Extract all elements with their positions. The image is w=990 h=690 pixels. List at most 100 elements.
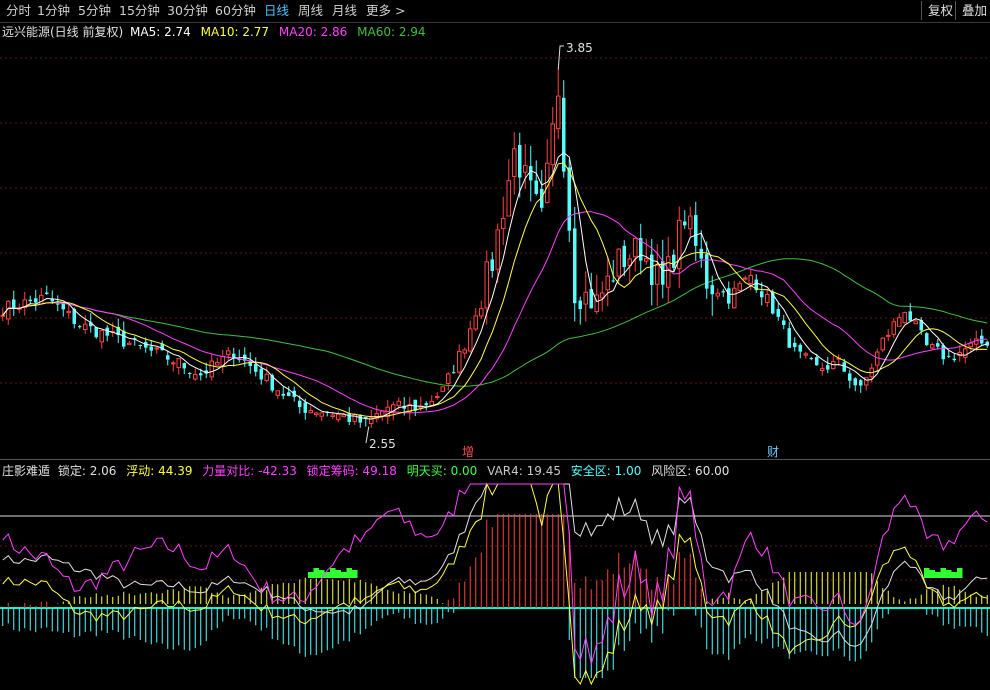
tab-fenshi[interactable]: 分时 <box>6 3 31 19</box>
ma10-path <box>2 162 988 418</box>
tab-weekly[interactable]: 周线 <box>298 3 323 19</box>
candle-body-up <box>479 308 484 317</box>
candle-body-up <box>583 291 588 305</box>
ma10-line <box>2 162 988 418</box>
candle-body-up <box>176 358 181 368</box>
candle-body-up <box>193 373 198 380</box>
candle-body-up <box>550 123 555 166</box>
candle-body-up <box>264 373 269 382</box>
suoding-value: 锁定: 2.06 <box>57 464 117 478</box>
candle-body-down <box>859 380 863 386</box>
zeng-marker[interactable]: 增 <box>462 445 474 458</box>
tab-daily[interactable]: 日线 <box>264 3 289 19</box>
candle-body-up <box>446 373 451 384</box>
candle-body-down <box>287 392 291 396</box>
candle-body-down <box>787 328 791 348</box>
candle-body-up <box>655 264 660 285</box>
var4-value: VAR4: 19.45 <box>487 464 561 478</box>
candle-body-down <box>727 288 731 304</box>
candle-body-up <box>501 218 506 229</box>
candle-body-down <box>122 330 126 347</box>
candle-body-up <box>880 337 885 351</box>
candle-body-up <box>666 256 671 288</box>
candle-body-down <box>298 400 302 408</box>
candle-body-up <box>314 412 319 416</box>
tab-5min[interactable]: 5分钟 <box>78 3 111 19</box>
candle-body-up <box>99 330 104 343</box>
candle-body-up <box>396 400 401 407</box>
buy-signal-bar <box>352 570 358 578</box>
buy-signal-bar <box>946 570 952 578</box>
buy-signal-bar <box>341 572 347 578</box>
candle-body-down <box>518 145 522 178</box>
liliang-value: 力量对比: -42.33 <box>202 464 297 478</box>
candle-body-up <box>688 215 693 230</box>
candle-body-down <box>908 311 912 321</box>
candle-body-up <box>308 409 313 414</box>
low-price-label: 2.55 <box>369 437 396 451</box>
tab-30min[interactable]: 30分钟 <box>167 3 208 19</box>
grid-lines <box>0 57 990 384</box>
candle-body-up <box>715 292 720 297</box>
candle-body-up <box>930 344 935 349</box>
candle-body-up <box>468 328 473 352</box>
candle-body-up <box>495 229 500 270</box>
candle-body-down <box>672 254 676 268</box>
anquan-value: 安全区: 1.00 <box>570 464 642 478</box>
candle-body-down <box>34 298 38 303</box>
candle-body-down <box>534 180 538 194</box>
ma20-value: MA20: 2.86 <box>278 25 348 39</box>
candle-body-up <box>968 342 973 348</box>
tab-15min[interactable]: 15分钟 <box>119 3 160 19</box>
candle-body-down <box>358 414 362 423</box>
candle-body-up <box>39 294 44 305</box>
candle-body-down <box>303 402 307 413</box>
candle-body-down <box>347 413 351 422</box>
tab-monthly[interactable]: 月线 <box>332 3 357 19</box>
candle-body-down <box>573 228 577 304</box>
candle-body-down <box>793 342 797 348</box>
candle-body-up <box>897 317 902 327</box>
fudong-line <box>2 483 988 647</box>
cai-marker[interactable]: 财 <box>767 445 779 458</box>
liliang-line <box>2 483 988 665</box>
candle-body-down <box>776 309 780 317</box>
candle-body-up <box>820 368 825 372</box>
buy-signal-bar <box>308 572 314 578</box>
tab-60min[interactable]: 60分钟 <box>215 3 256 19</box>
candle-body-up <box>127 342 132 346</box>
candle-body-up <box>732 287 737 309</box>
candle-body-up <box>748 274 753 284</box>
ma5-path <box>2 151 988 420</box>
candle-body-up <box>556 95 561 130</box>
candle-body-down <box>452 372 456 374</box>
candle-body-down <box>281 393 285 396</box>
candle-body-up <box>765 293 770 304</box>
buy-signal-bar <box>929 570 935 578</box>
buy-signal-bar <box>335 570 341 578</box>
overlay-button[interactable]: 叠加 <box>955 1 990 20</box>
candle-body-up <box>523 164 528 173</box>
candle-body-up <box>506 180 511 217</box>
indicator-chart[interactable] <box>0 480 990 688</box>
candle-body-down <box>809 358 813 360</box>
candle-body-up <box>484 261 489 309</box>
candlestick-chart[interactable]: 3.85 2.55 增 财 <box>0 40 990 458</box>
candle-body-down <box>710 285 714 295</box>
choumu-value: 锁定筹码: 49.18 <box>306 464 397 478</box>
candle-body-down <box>78 326 82 328</box>
candle-body-up <box>83 323 88 331</box>
candle-body-up <box>886 334 891 337</box>
candle-body-down <box>622 245 626 268</box>
candle-body-down <box>952 358 956 361</box>
buy-signal-bar <box>940 568 946 578</box>
tab-more[interactable]: 更多 > <box>366 3 405 19</box>
candle-body-down <box>721 291 725 293</box>
candle-body-up <box>330 414 335 418</box>
candle-body-down <box>782 320 786 326</box>
candle-body-down <box>94 327 98 338</box>
candle-body-up <box>440 386 445 392</box>
main-chart-legend: 远兴能源(日线 前复权) MA5: 2.74 MA10: 2.77 MA20: … <box>2 24 432 40</box>
candle-body-down <box>567 167 571 231</box>
tab-1min[interactable]: 1分钟 <box>37 3 70 19</box>
